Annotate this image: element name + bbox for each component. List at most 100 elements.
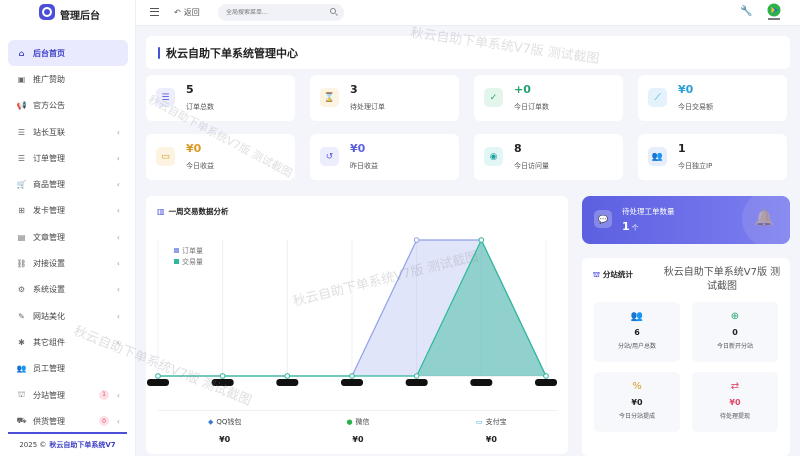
data-point[interactable] <box>543 373 549 379</box>
legend-label[interactable]: 交易量 <box>182 257 203 266</box>
payment-name: ● 微信 <box>291 417 424 427</box>
data-point[interactable] <box>155 373 161 379</box>
sidebar-item-label: 网站美化 <box>33 311 65 321</box>
sidebar-item-11[interactable]: ✱ 其它组件 ‹ <box>8 329 128 355</box>
sidebar-item-8[interactable]: ⛓ 对接设置 ‹ <box>8 250 128 276</box>
x-tick-label <box>276 379 299 386</box>
sidebar-item-5[interactable]: 🛒 商品管理 ‹ <box>8 171 128 197</box>
stat-card-4: ▭ ¥0 今日收益 <box>146 134 295 180</box>
sidebar-footer: 2025 © 秋云自助下单系统V7 <box>8 432 127 456</box>
exchange-icon: ⇄ <box>730 381 740 392</box>
back-button[interactable]: ↶ 返回 <box>174 7 200 18</box>
sidebar-item-10[interactable]: ✎ 网站美化 ‹ <box>8 303 128 329</box>
qq-icon: ◆ <box>207 418 214 426</box>
chevron-left-icon: ‹ <box>116 259 120 269</box>
sidebar-item-2[interactable]: 📢 官方公告 <box>8 93 128 119</box>
list-icon: ☰ <box>17 153 26 163</box>
brand-logo-icon <box>39 4 55 20</box>
chart-title-text: 一周交易数据分析 <box>168 207 229 216</box>
stat-value: ¥0 <box>678 83 694 96</box>
pending-tickets-card[interactable]: 💬 待处理工单数量 1个 🔔 <box>582 196 790 244</box>
legend-label[interactable]: 订单量 <box>182 246 203 255</box>
data-point[interactable] <box>219 373 226 379</box>
sidebar-item-label: 订单管理 <box>33 153 65 163</box>
stat-label: 昨日收益 <box>350 162 378 170</box>
users-icon: 👥 <box>630 311 644 322</box>
brand[interactable]: 管理后台 <box>0 0 135 28</box>
weekly-chart: 订单量交易量 <box>147 237 557 386</box>
x-tick-label <box>535 379 557 386</box>
search-input[interactable] <box>226 9 326 16</box>
substation-value: ¥0 <box>631 398 643 407</box>
stat-label: 订单总数 <box>186 103 214 111</box>
sidebar-item-label: 后台首页 <box>33 48 65 58</box>
payment-value: ¥0 <box>352 435 364 444</box>
sidebar-item-label: 其它组件 <box>33 337 65 347</box>
sidebar: 管理后台 ⌂ 后台首页 ▣ 推广赞助 📢 官方公告 ☰ 站长互联 ‹ ☰ 订单管理 ‹ 🛒 商品管理 ‹ ⊞ 发… <box>0 0 136 456</box>
substation-stat-0: 👥 6 分站/用户总数 <box>594 302 680 362</box>
substation-label: 今日新开分站 <box>716 343 753 350</box>
sidebar-item-13[interactable]: ⛫ 分站管理 1 ‹ <box>8 382 128 408</box>
stat-label: 待处理订单 <box>350 103 385 111</box>
data-point[interactable] <box>284 373 291 379</box>
stat-value: ¥0 <box>350 142 366 155</box>
page-title: 秋云自助下单系统管理中心 <box>166 46 298 60</box>
search-icon[interactable] <box>330 8 336 14</box>
substation-stat-2: % ¥0 今日分站提成 <box>594 372 680 432</box>
sidebar-item-1[interactable]: ▣ 推广赞助 <box>8 66 128 92</box>
sidebar-item-4[interactable]: ☰ 订单管理 ‹ <box>8 145 128 171</box>
sitemap-icon: ⛫ <box>17 390 26 399</box>
percent-icon: % <box>632 381 642 392</box>
image-icon: ▣ <box>17 74 26 84</box>
payment-name: ▭ 支付宝 <box>425 417 558 427</box>
menu-toggle-icon[interactable] <box>150 8 159 16</box>
eye-icon: ◉ <box>484 147 503 166</box>
x-tick-label <box>147 379 169 386</box>
document-icon: ▤ <box>17 232 26 242</box>
sidebar-item-12[interactable]: 👥 员工管理 <box>8 356 128 382</box>
sidebar-item-label: 分站管理 <box>33 390 65 400</box>
data-point[interactable] <box>349 373 355 379</box>
money-icon: ▭ <box>156 147 175 166</box>
substation-title: ⛫ 分站统计 <box>593 269 633 280</box>
sidebar-item-badge: 1 <box>99 389 109 400</box>
sidebar-item-label: 对接设置 <box>33 259 65 269</box>
megaphone-icon: 📢 <box>16 101 27 111</box>
users-icon: 👥 <box>16 364 27 374</box>
sidebar-item-9[interactable]: ⚙ 系统设置 ‹ <box>8 277 128 303</box>
data-point[interactable] <box>478 237 485 243</box>
substation-value: 6 <box>634 328 640 337</box>
footer-product-name[interactable]: 秋云自助下单系统V7 <box>49 440 115 450</box>
wechat-icon: ● <box>346 418 353 426</box>
brand-title: 管理后台 <box>60 11 100 22</box>
calendar-check-icon: ✓ <box>484 88 503 107</box>
sidebar-item-7[interactable]: ▤ 文章管理 ‹ <box>8 224 128 250</box>
bar-chart-icon: ▥ <box>157 207 165 216</box>
sidebar-item-label: 员工管理 <box>33 364 65 374</box>
wrench-icon[interactable]: 🔧 <box>740 6 752 17</box>
back-label: 返回 <box>183 8 200 17</box>
data-point[interactable] <box>413 373 420 379</box>
stat-label: 今日独立IP <box>678 162 713 170</box>
list-icon: ☰ <box>17 127 26 137</box>
substation-stat-1: ⊕ 0 今日新开分站 <box>692 302 778 362</box>
sidebar-item-3[interactable]: ☰ 站长互联 ‹ <box>8 119 128 145</box>
payment-0: ◆ QQ钱包 ¥0 <box>158 411 291 450</box>
hourglass-icon: ⌛ <box>320 88 339 107</box>
payment-label: 支付宝 <box>485 418 507 426</box>
history-icon: ↺ <box>320 147 339 166</box>
stat-card-3: ⟋ ¥0 今日交易额 <box>638 75 787 121</box>
stat-label: 今日收益 <box>186 162 214 170</box>
sidebar-item-label: 官方公告 <box>33 101 65 111</box>
sidebar-item-6[interactable]: ⊞ 发卡管理 ‹ <box>8 198 128 224</box>
sidebar-item-0[interactable]: ⌂ 后台首页 <box>8 40 128 67</box>
data-point[interactable] <box>413 237 420 243</box>
link-icon: ⛓ <box>16 259 27 269</box>
substation-stats-card: ⛫ 分站统计 秋云自助下单系统V7版 测试截图 👥 6 分站/用户总数 ⊕ 0 今日新开分… <box>582 258 790 456</box>
substation-value: 0 <box>732 328 738 337</box>
list-icon: ☰ <box>156 88 175 107</box>
stat-value: ¥0 <box>186 142 202 155</box>
pending-unit: 个 <box>631 224 639 232</box>
app-logo-icon[interactable] <box>766 3 782 21</box>
sidebar-item-14[interactable]: ⛟ 供货管理 0 ‹ <box>8 408 128 434</box>
